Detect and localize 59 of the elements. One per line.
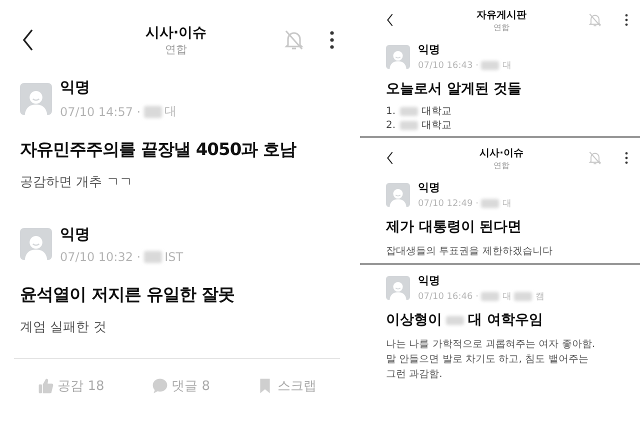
- avatar-icon: [386, 45, 410, 69]
- post-meta: 07/10 14:57 ·: [60, 104, 141, 118]
- back-icon[interactable]: [386, 151, 394, 165]
- blur-mark: [144, 106, 162, 118]
- author-name: 익명: [418, 273, 441, 288]
- action-label[interactable]: 스크랩: [277, 377, 316, 395]
- post-meta: 대: [502, 198, 512, 210]
- avatar-icon: [386, 276, 410, 300]
- speech-bubble-icon: [152, 378, 168, 394]
- post-meta: IST: [164, 250, 184, 264]
- post-meta: 07/10 10:32 ·: [60, 250, 141, 264]
- more-icon[interactable]: [625, 14, 628, 26]
- back-icon[interactable]: [22, 28, 34, 52]
- post-title: 제가 대통령이 된다면: [386, 218, 522, 236]
- more-icon[interactable]: [330, 31, 334, 49]
- post-title: 이상형이: [386, 311, 442, 329]
- list-item: 대학교: [422, 105, 452, 118]
- post-meta: 대: [164, 103, 177, 120]
- post-meta: 캠: [535, 291, 544, 303]
- blur-mark: [481, 61, 500, 70]
- board-title: 자유게시판: [476, 8, 526, 22]
- blur-mark: [400, 106, 418, 116]
- post-title: 대 여학우임: [468, 311, 543, 329]
- list-item: 대학교: [422, 119, 452, 132]
- blur-mark: [514, 292, 532, 301]
- post-body: 잡대생들의 투표권을 제한하겠습니다: [386, 245, 554, 259]
- board-subtitle: 연합: [494, 160, 510, 170]
- post-body: 나는 나를 가학적으로 괴롭혀주는 여자 좋아함. 말 안들으면 발로 차기도 하고, 침도 뱉어주는 그런 과감함.: [386, 338, 596, 382]
- board-subtitle: 연합: [494, 22, 510, 32]
- blur-mark: [481, 199, 500, 208]
- author-name: 익명: [60, 78, 91, 97]
- blur-mark: [446, 316, 464, 324]
- blur-mark: [481, 292, 500, 301]
- post-meta: 07/10 16:43 ·: [418, 60, 478, 70]
- list-item: 2.: [386, 120, 396, 130]
- author-name: 익명: [60, 224, 91, 244]
- blur-mark: [144, 250, 162, 262]
- back-icon[interactable]: [386, 13, 394, 27]
- thumbs-up-icon: [38, 378, 54, 394]
- post-meta: 대: [502, 60, 512, 72]
- avatar-icon: [386, 183, 410, 207]
- list-item: 1.: [386, 106, 396, 116]
- post-meta: 대: [502, 291, 512, 303]
- post-meta: 07/10 12:49 ·: [418, 198, 478, 208]
- post-title: 윤석열이 저지른 유일한 잘못: [20, 284, 234, 306]
- board-title: 시사·이슈: [480, 146, 524, 160]
- author-name: 익명: [418, 42, 441, 57]
- post-meta: 07/10 16:46 ·: [418, 292, 478, 302]
- action-label[interactable]: 공감 18: [58, 377, 104, 395]
- post-body: 계엄 실패한 것: [20, 319, 108, 336]
- action-label[interactable]: 댓글 8: [172, 377, 210, 395]
- post-title: 자유민주주의를 끝장낼 4050과 호남: [20, 139, 296, 161]
- author-name: 익명: [418, 180, 441, 195]
- post-body: 공감하면 개추 ㄱㄱ: [20, 174, 134, 191]
- blur-mark: [400, 120, 418, 130]
- board-subtitle: 연합: [165, 42, 187, 56]
- post-title: 오늘로서 알게된 것들: [386, 80, 522, 98]
- board-title: 시사·이슈: [145, 24, 207, 42]
- more-icon[interactable]: [625, 152, 628, 164]
